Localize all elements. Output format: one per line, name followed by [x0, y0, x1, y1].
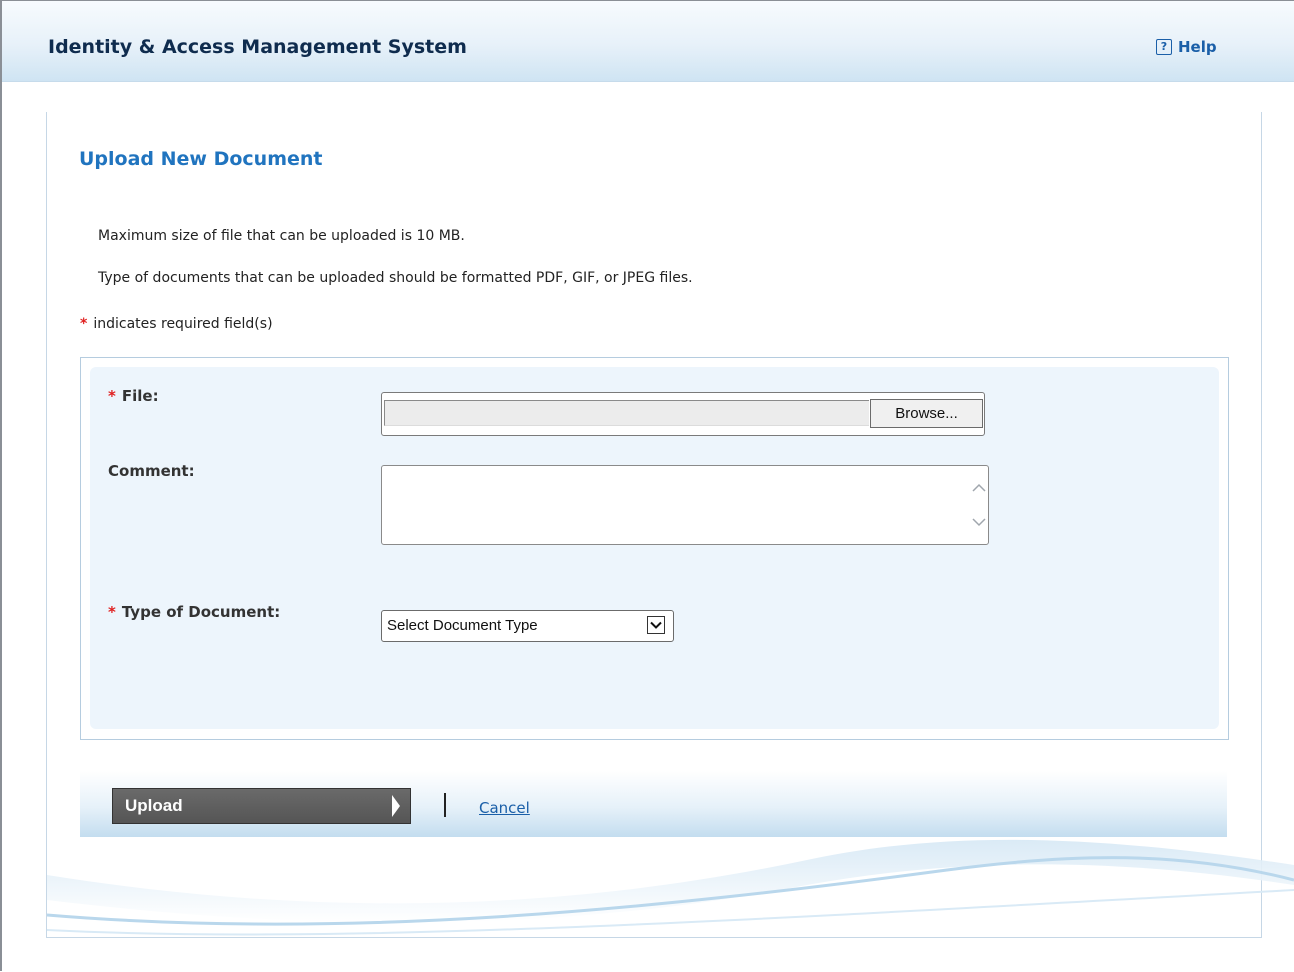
help-icon: ?: [1156, 39, 1172, 55]
chevron-down-icon[interactable]: [647, 616, 665, 634]
upload-label: Upload: [125, 796, 183, 815]
app-title: Identity & Access Management System: [48, 36, 467, 58]
action-divider: [444, 793, 446, 817]
comment-label: Comment:: [108, 462, 195, 480]
upload-button[interactable]: Upload: [112, 788, 411, 824]
browse-button[interactable]: Browse...: [870, 399, 983, 428]
required-note: * indicates required field(s): [80, 316, 273, 332]
chevron-up-icon[interactable]: [968, 478, 990, 498]
doc-type-select[interactable]: Select Document Type: [381, 610, 674, 642]
doc-type-label: * Type of Document:: [108, 603, 280, 621]
required-asterisk: *: [108, 603, 116, 621]
app-header: Identity & Access Management System: [2, 1, 1294, 82]
page-title: Upload New Document: [79, 148, 323, 170]
comment-textarea[interactable]: [381, 465, 989, 545]
info-max-size: Maximum size of file that can be uploade…: [98, 228, 465, 244]
help-link[interactable]: ? Help: [1156, 38, 1217, 56]
required-note-text: indicates required field(s): [93, 316, 273, 332]
arrow-right-icon: [392, 795, 400, 817]
file-label: * File:: [108, 387, 159, 405]
help-label: Help: [1178, 38, 1217, 56]
required-asterisk: *: [80, 316, 88, 332]
file-path-input[interactable]: [384, 400, 869, 426]
decorative-swoosh: [47, 839, 1294, 936]
chevron-down-icon[interactable]: [968, 512, 990, 532]
info-file-types: Type of documents that can be uploaded s…: [98, 270, 693, 286]
doc-type-label-text: Type of Document:: [121, 603, 281, 621]
doc-type-selected-value: Select Document Type: [387, 617, 538, 634]
cancel-link[interactable]: Cancel: [479, 799, 530, 817]
required-asterisk: *: [108, 387, 116, 405]
file-label-text: File:: [121, 387, 159, 405]
